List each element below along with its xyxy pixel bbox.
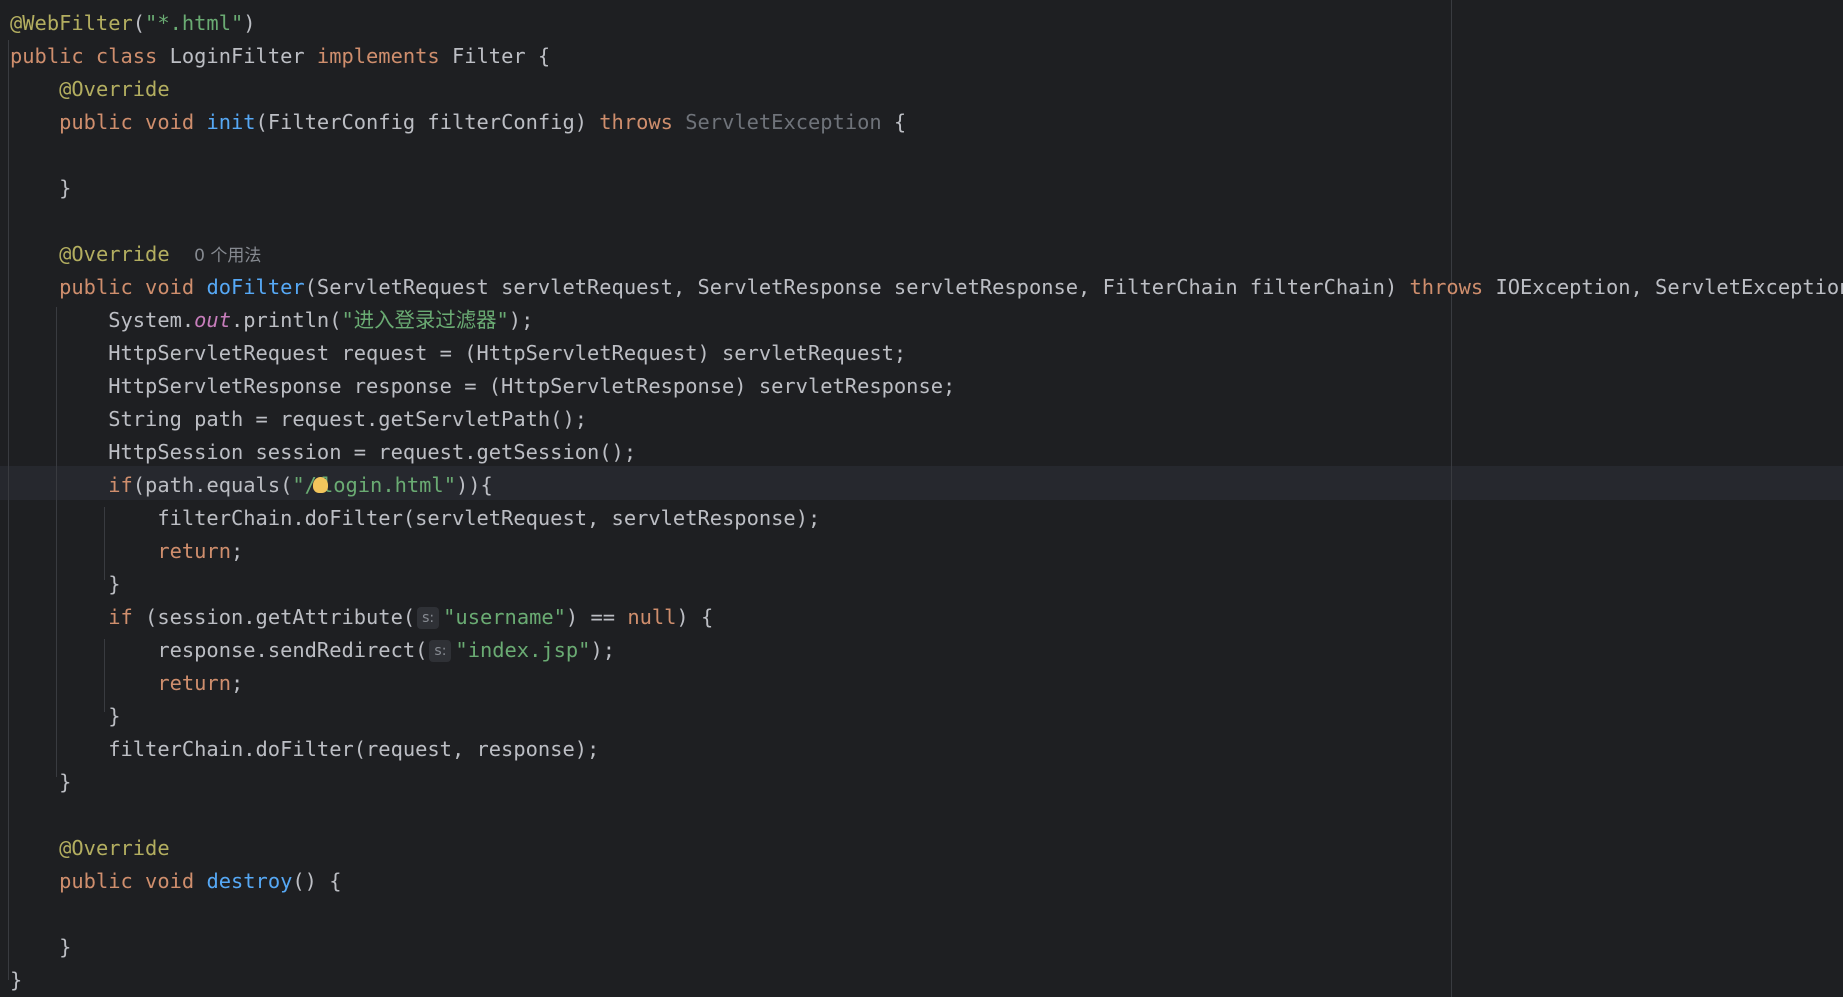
keyword: return [157, 539, 231, 563]
usage-hint[interactable]: 0 个用法 [194, 246, 261, 266]
class-name: LoginFilter [157, 44, 317, 68]
code-token: )){ [455, 473, 493, 497]
code-token: ); [590, 638, 616, 662]
string-literal: login.html" [320, 473, 456, 497]
string-literal: "index.jsp" [455, 638, 591, 662]
code-line: public void doFilter(ServletRequest serv… [10, 271, 1843, 304]
code-token: } [59, 770, 72, 794]
keyword: public void [59, 869, 195, 893]
method-name[interactable]: doFilter [206, 275, 304, 299]
code-line: public void init(FilterConfig filterConf… [10, 106, 1843, 139]
code-line: } [10, 172, 1843, 205]
code-line: } [10, 964, 1843, 997]
string-literal: "username" [443, 605, 566, 629]
code-token: (session.getAttribute( [132, 605, 416, 629]
code-line: return; [10, 667, 1843, 700]
code-token: } [59, 935, 72, 959]
code-line: } [10, 931, 1843, 964]
code-line: public void destroy() { [10, 865, 1843, 898]
static-field: out [194, 308, 231, 332]
code-token: } [59, 176, 72, 200]
code-line: } [10, 568, 1843, 601]
code-text[interactable]: @WebFilter("*.html") public class LoginF… [10, 7, 1843, 997]
unused-exception: ServletException [685, 110, 882, 134]
parameter-hint: s: [429, 640, 452, 662]
code-line: @Override [10, 73, 1843, 106]
keyword: implements [316, 44, 440, 68]
code-line: } [10, 766, 1843, 799]
keyword: public void [59, 110, 195, 134]
string-literal: "进入登录过滤器" [341, 308, 509, 332]
code-token: () { [292, 869, 342, 893]
code-token: HttpServletResponse response = (HttpServ… [108, 374, 956, 398]
code-token: ; [231, 539, 244, 563]
code-line: } [10, 700, 1843, 733]
code-line: filterChain.doFilter(servletRequest, ser… [10, 502, 1843, 535]
code-token: System. [108, 308, 195, 332]
code-token: filterChain.doFilter(servletRequest, ser… [157, 506, 821, 530]
keyword: if [108, 473, 133, 497]
code-editor[interactable]: @WebFilter("*.html") public class LoginF… [0, 0, 1843, 997]
code-token: Filter { [439, 44, 551, 68]
keyword: if [108, 605, 133, 629]
code-line: @Override [10, 832, 1843, 865]
code-line: @WebFilter("*.html") [10, 7, 1843, 40]
code-line: @Override 0 个用法 [10, 238, 1843, 271]
method-name[interactable]: init [206, 110, 255, 134]
code-token: (path.equals( [132, 473, 293, 497]
code-line: filterChain.doFilter(request, response); [10, 733, 1843, 766]
annotation: @Override [59, 836, 170, 860]
code-token: String path = request.getServletPath(); [108, 407, 587, 431]
code-token: ) { [676, 605, 714, 629]
code-token: ; [231, 671, 244, 695]
code-token: ); [508, 308, 534, 332]
keyword: throws [599, 110, 673, 134]
code-token: } [108, 704, 121, 728]
code-line: HttpServletResponse response = (HttpServ… [10, 370, 1843, 403]
code-line: if (session.getAttribute(s: "username") =… [10, 601, 1843, 634]
code-token: HttpServletRequest request = (HttpServle… [108, 341, 907, 365]
parameter-hint: s: [417, 607, 440, 629]
indent-guide [8, 40, 9, 980]
code-token: HttpSession session = request.getSession… [108, 440, 637, 464]
code-line: System.out.println("进入登录过滤器"); [10, 304, 1843, 337]
code-token: } [10, 968, 23, 992]
code-token: { [881, 110, 907, 134]
keyword: public class [10, 44, 158, 68]
keyword: public void [59, 275, 195, 299]
code-token: ) == [565, 605, 628, 629]
code-token: .println( [231, 308, 342, 332]
code-line: String path = request.getServletPath(); [10, 403, 1843, 436]
code-token: filterChain.doFilter(request, response); [108, 737, 600, 761]
code-token: } [108, 572, 121, 596]
code-token: response.sendRedirect( [157, 638, 428, 662]
string-literal: "*.html" [145, 11, 244, 35]
code-line: HttpServletRequest request = (HttpServle… [10, 337, 1843, 370]
code-line: HttpSession session = request.getSession… [10, 436, 1843, 469]
annotation: @Override [59, 77, 170, 101]
code-token: ( [132, 11, 146, 35]
code-token: ) [243, 11, 256, 35]
keyword: throws [1409, 275, 1484, 299]
keyword: null [627, 605, 677, 629]
code-line: response.sendRedirect(s: "index.jsp"); [10, 634, 1843, 667]
keyword: return [157, 671, 231, 695]
code-line-current: if(path.equals("/login.html")){ [10, 469, 1843, 502]
method-name[interactable]: destroy [206, 869, 292, 893]
annotation: @Override [59, 242, 170, 266]
code-line: public class LoginFilter implements Filt… [10, 40, 1843, 73]
code-token: (FilterConfig filterConfig) [255, 110, 600, 134]
code-token: (ServletRequest servletRequest, ServletR… [304, 275, 1410, 299]
code-line: return; [10, 535, 1843, 568]
code-token: IOException, ServletException { [1483, 275, 1843, 299]
annotation: @WebFilter [10, 11, 133, 35]
lightbulb-icon[interactable] [312, 477, 328, 493]
